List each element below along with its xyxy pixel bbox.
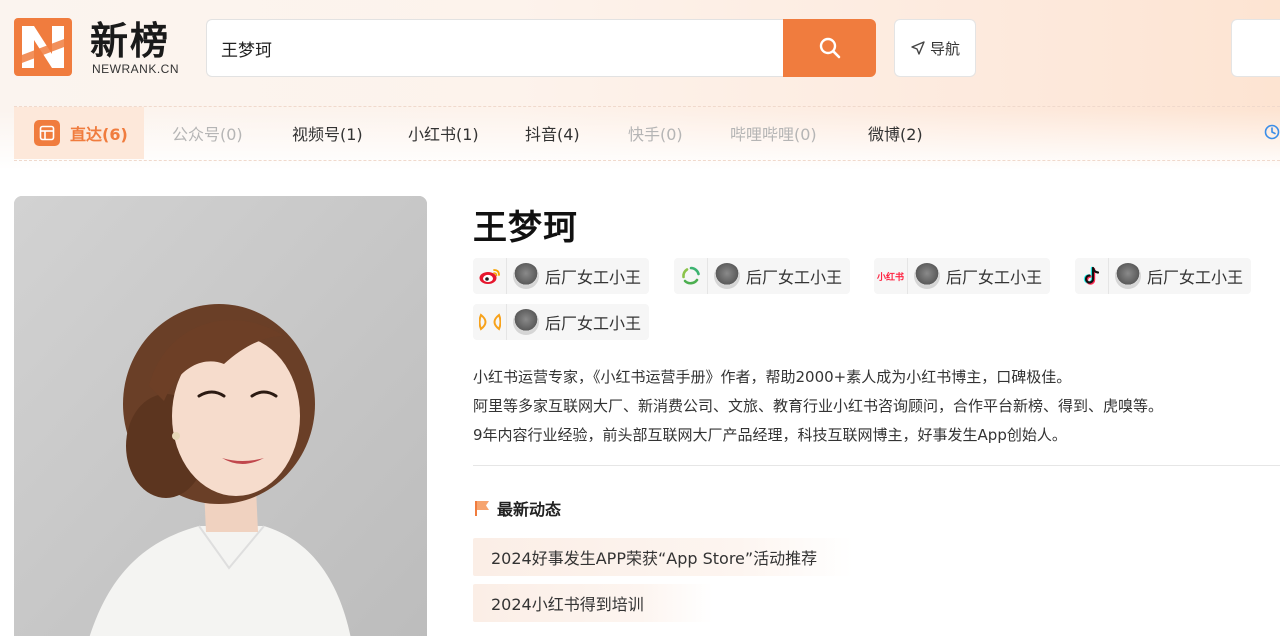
xiaohongshu-icon: 小红书: [874, 258, 908, 294]
search-button[interactable]: [783, 19, 876, 77]
account-douyin[interactable]: 后厂女工小王: [1075, 258, 1252, 294]
tab-xiaohongshu[interactable]: 小红书(1): [408, 107, 479, 159]
grid-icon: [34, 120, 60, 146]
avatar: [513, 263, 539, 289]
tab-wechat-official[interactable]: 公众号(0): [172, 107, 243, 159]
tab-label: 微博(2): [868, 125, 923, 144]
bio-line: 小红书运营专家，《小红书运营手册》作者，帮助2000+素人成为小红书博主，口碑极…: [473, 368, 1072, 386]
newrank-logo[interactable]: 新榜 NEWRANK.CN: [14, 18, 189, 78]
search-box[interactable]: [206, 19, 784, 77]
kuaishou-icon: [473, 304, 507, 340]
logo-subtitle: NEWRANK.CN: [92, 62, 180, 76]
tab-channels[interactable]: 视频号(1): [292, 107, 363, 159]
douyin-icon: [1075, 258, 1109, 294]
account-weibo[interactable]: 后厂女工小王: [473, 258, 650, 294]
channels-icon: [674, 258, 708, 294]
result-tabs: 直达(6) 公众号(0) 视频号(1) 小红书(1) 抖音(4) 快手(0) 哔…: [14, 107, 1280, 159]
tab-kuaishou[interactable]: 快手(0): [628, 107, 683, 159]
tab-bilibili[interactable]: 哔哩哔哩(0): [730, 107, 817, 159]
profile-bio: 小红书运营专家，《小红书运营手册》作者，帮助2000+素人成为小红书博主，口碑极…: [473, 363, 1163, 450]
news-title: 最新动态: [497, 500, 562, 519]
account-name: 后厂女工小王: [1147, 268, 1244, 287]
nav-label: 导航: [929, 39, 960, 58]
tab-douyin[interactable]: 抖音(4): [525, 107, 580, 159]
tab-weibo[interactable]: 微博(2): [868, 107, 923, 159]
tab-label: 快手(0): [628, 125, 683, 144]
account-kuaishou[interactable]: 后厂女工小王: [473, 304, 650, 340]
avatar: [914, 263, 940, 289]
search-input[interactable]: [221, 38, 784, 58]
bio-line: 9年内容行业经验，前头部互联网大厂产品经理，科技互联网博主，好事发生App创始人…: [473, 426, 1067, 444]
xiaohongshu-badge: 小红书: [876, 272, 904, 283]
bio-line: 阿里等多家互联网大厂、新消费公司、文旅、教育行业小红书咨询顾问，合作平台新榜、得…: [473, 397, 1164, 415]
news-header: 最新动态: [473, 496, 561, 520]
clock-icon: [1264, 124, 1280, 140]
nav-button[interactable]: 导航: [894, 19, 976, 77]
portrait-illustration: [14, 196, 427, 636]
history-link[interactable]: 4: [1264, 123, 1280, 141]
account-name: 后厂女工小王: [545, 268, 642, 287]
tab-direct-label: 直达(6): [70, 125, 128, 144]
news-item[interactable]: 2024好事发生APP荣获“App Store”活动推荐: [473, 538, 853, 576]
account-name: 后厂女工小王: [545, 314, 642, 333]
tab-label: 抖音(4): [525, 125, 580, 144]
tab-label: 哔哩哔哩(0): [730, 125, 817, 144]
tab-direct[interactable]: 直达(6): [14, 107, 144, 159]
search-icon: [819, 37, 840, 59]
avatar: [513, 309, 539, 335]
account-name: 后厂女工小王: [946, 268, 1043, 287]
profile-name: 王梦珂: [473, 208, 578, 248]
newrank-logo-icon: [14, 18, 72, 76]
account-channels[interactable]: 后厂女工小王: [674, 258, 851, 294]
user-menu-button[interactable]: [1231, 19, 1280, 77]
account-xiaohongshu[interactable]: 小红书 后厂女工小王: [874, 258, 1051, 294]
tab-label: 视频号(1): [292, 125, 363, 144]
news-item[interactable]: 2024小红书得到培训: [473, 584, 713, 622]
weibo-icon: [473, 258, 507, 294]
profile-photo: [14, 196, 427, 636]
tab-label: 小红书(1): [408, 125, 479, 144]
news-item-text: 2024小红书得到培训: [491, 595, 644, 614]
logo-text: 新榜: [90, 19, 171, 63]
account-name: 后厂女工小王: [746, 268, 843, 287]
avatar: [714, 263, 740, 289]
news-item-text: 2024好事发生APP荣获“App Store”活动推荐: [491, 549, 818, 568]
avatar: [1115, 263, 1141, 289]
flag-icon: [475, 501, 489, 516]
section-divider: [473, 465, 1280, 466]
send-icon: [911, 41, 925, 55]
tabs-divider-bottom: [14, 160, 1280, 161]
tab-label: 公众号(0): [172, 125, 243, 144]
